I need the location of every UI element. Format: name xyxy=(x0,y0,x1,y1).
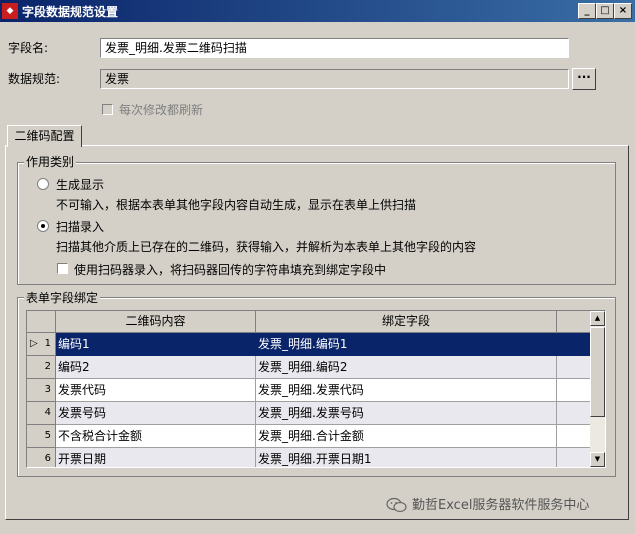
row-number: ▷ 1 xyxy=(27,333,56,356)
binding-legend: 表单字段绑定 xyxy=(24,289,101,306)
row-number: 4 xyxy=(27,402,56,425)
table-row[interactable]: 4 发票号码 发票_明细.发票号码 xyxy=(27,402,593,425)
table-row[interactable]: 3 发票代码 发票_明细.发票代码 xyxy=(27,379,593,402)
use-scanner-checkbox[interactable] xyxy=(57,263,68,274)
radio-generate-display-label: 生成显示 xyxy=(56,178,105,192)
radio-scan-input-label: 扫描录入 xyxy=(56,220,105,234)
app-logo-icon: ◆ xyxy=(2,3,18,19)
data-spec-label: 数据规范: xyxy=(8,72,61,86)
refresh-each-edit-checkbox[interactable] xyxy=(102,104,113,115)
watermark-text: 勤哲Excel服务器软件服务中心 xyxy=(412,498,590,513)
field-name-label: 字段名: xyxy=(8,41,49,55)
row-number: 2 xyxy=(27,356,56,379)
cell-extra xyxy=(557,402,593,425)
table-row[interactable]: 2 编码2 发票_明细.编码2 xyxy=(27,356,593,379)
cell-extra xyxy=(557,333,593,356)
scroll-up-arrow-icon[interactable]: ▲ xyxy=(590,311,605,326)
cell-qr-content[interactable]: 开票日期 xyxy=(56,448,256,467)
current-row-indicator-icon: ▷ xyxy=(30,338,38,349)
title-bar: ◆ 字段数据规范设置 _ □ × xyxy=(0,0,635,22)
window-title: 字段数据规范设置 xyxy=(22,5,119,19)
cell-qr-content[interactable]: 发票代码 xyxy=(56,379,256,402)
cell-qr-content[interactable]: 编码1 xyxy=(56,333,256,356)
column-header-qr-content[interactable]: 二维码内容 xyxy=(56,311,256,333)
cell-extra xyxy=(557,379,593,402)
close-button[interactable]: × xyxy=(614,3,632,19)
table-row[interactable]: ▷ 1 编码1 发票_明细.编码1 xyxy=(27,333,593,356)
table-row[interactable]: 5 不含税合计金额 发票_明细.合计金额 xyxy=(27,425,593,448)
cell-extra xyxy=(557,425,593,448)
generate-display-description: 不可输入，根据本表单其他字段内容自动生成，显示在表单上供扫描 xyxy=(56,198,417,212)
tab-qrcode-config[interactable]: 二维码配置 xyxy=(7,125,82,147)
cell-bound-field[interactable]: 发票_明细.编码1 xyxy=(256,333,557,356)
data-spec-input: 发票 xyxy=(100,69,569,89)
row-number-text: 1 xyxy=(44,338,51,349)
wechat-icon xyxy=(386,497,407,513)
cell-bound-field[interactable]: 发票_明细.合计金额 xyxy=(256,425,557,448)
cell-bound-field[interactable]: 发票_明细.开票日期1 xyxy=(256,448,557,467)
cell-bound-field[interactable]: 发票_明细.发票号码 xyxy=(256,402,557,425)
row-number: 6 xyxy=(27,448,56,467)
field-name-input[interactable]: 发票_明细.发票二维码扫描 xyxy=(100,38,569,58)
maximize-button[interactable]: □ xyxy=(596,3,614,19)
cell-qr-content[interactable]: 编码2 xyxy=(56,356,256,379)
grid-corner xyxy=(27,311,56,333)
cell-extra xyxy=(557,448,593,467)
usage-legend: 作用类别 xyxy=(24,153,77,170)
row-number: 3 xyxy=(27,379,56,402)
cell-bound-field[interactable]: 发票_明细.编码2 xyxy=(256,356,557,379)
minimize-button[interactable]: _ xyxy=(578,3,596,19)
cell-qr-content[interactable]: 发票号码 xyxy=(56,402,256,425)
use-scanner-label: 使用扫码器录入，将扫码器回传的字符串填充到绑定字段中 xyxy=(74,263,387,277)
column-header-bound-field[interactable]: 绑定字段 xyxy=(256,311,557,333)
grid-scrollbar[interactable]: ▲ ▼ xyxy=(590,311,605,467)
browse-button[interactable]: ··· xyxy=(572,68,596,90)
refresh-each-edit-label: 每次修改都刷新 xyxy=(119,103,204,117)
cell-bound-field[interactable]: 发票_明细.发票代码 xyxy=(256,379,557,402)
scan-input-description: 扫描其他介质上已存在的二维码，获得输入，并解析为本表单上其他字段的内容 xyxy=(56,240,477,254)
column-header-extra xyxy=(557,311,593,333)
binding-grid: 二维码内容 绑定字段 ▷ 1 编码1 发票_明细.编码1 2 编码2 发票_明细… xyxy=(26,310,606,468)
radio-generate-display[interactable] xyxy=(37,178,49,190)
cell-extra xyxy=(557,356,593,379)
grid-header: 二维码内容 绑定字段 xyxy=(27,311,593,333)
scroll-down-arrow-icon[interactable]: ▼ xyxy=(590,452,605,467)
row-number: 5 xyxy=(27,425,56,448)
radio-scan-input[interactable] xyxy=(37,220,49,232)
scroll-thumb[interactable] xyxy=(590,327,605,417)
table-row[interactable]: 6 开票日期 发票_明细.开票日期1 xyxy=(27,448,593,467)
cell-qr-content[interactable]: 不含税合计金额 xyxy=(56,425,256,448)
